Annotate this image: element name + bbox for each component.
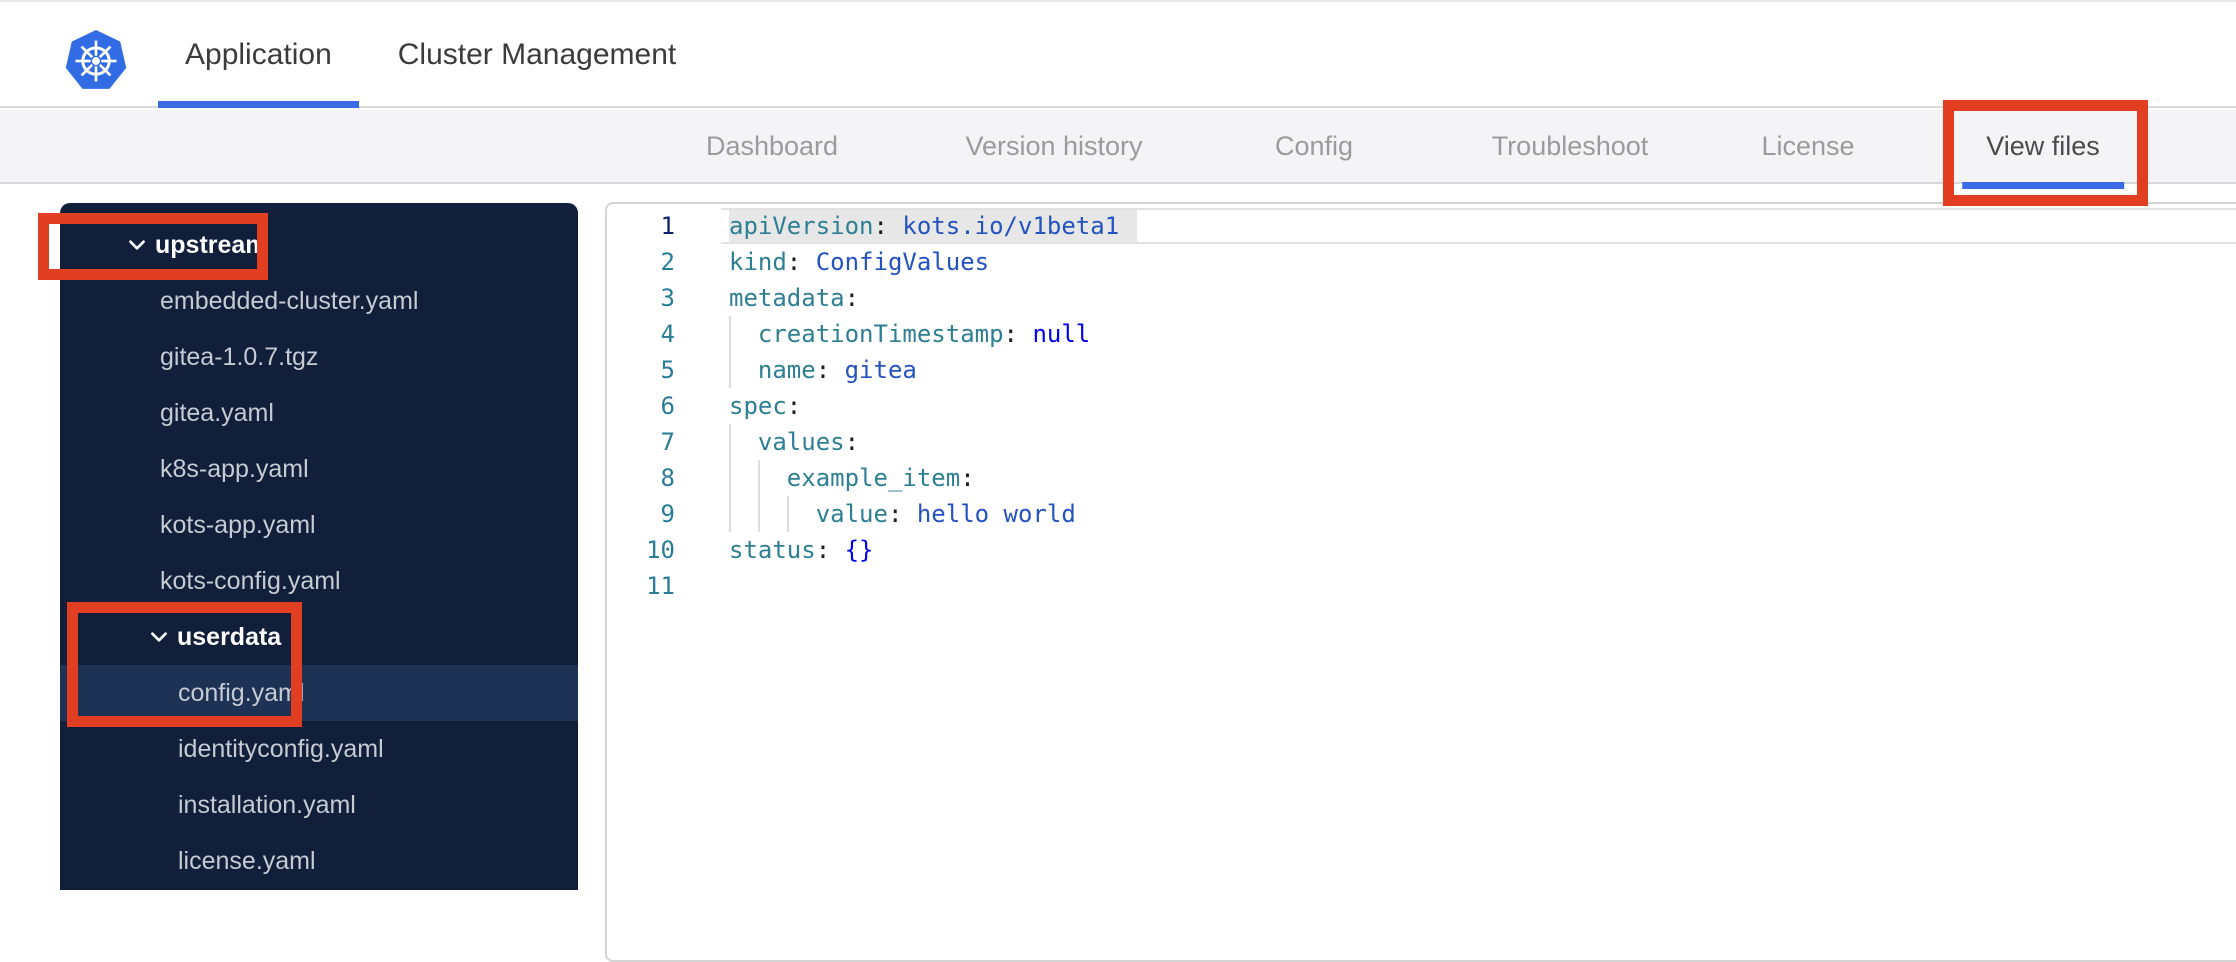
line-number: 9 xyxy=(660,500,675,528)
line-number: 11 xyxy=(646,572,675,600)
code-line-10: 10 status: {} xyxy=(607,532,2236,568)
tree-file-license-yaml[interactable]: license.yaml xyxy=(60,833,578,889)
line-number: 1 xyxy=(660,212,675,240)
annotation-box-upstream-folder xyxy=(38,213,268,280)
gutter-gap xyxy=(675,244,729,280)
editor-lines: 1 apiVersion: kots.io/v1beta1 2 kind: Confi… xyxy=(607,208,2236,604)
app-navbar: Dashboard Version history Config Troublesho… xyxy=(0,110,2236,189)
code-text: values: xyxy=(729,424,859,460)
code-text: value: hello world xyxy=(729,496,1076,532)
tab-label: Config xyxy=(1274,130,1354,161)
tree-file-identityconfig-yaml[interactable]: identityconfig.yaml xyxy=(60,721,578,777)
file-label: k8s-app.yaml xyxy=(160,454,309,483)
code-line-9: 9 value: hello world xyxy=(607,496,2236,532)
line-number: 5 xyxy=(660,356,675,384)
file-label: license.yaml xyxy=(178,846,316,875)
code-text: creationTimestamp: null xyxy=(729,316,1090,352)
line-number: 6 xyxy=(660,392,675,420)
indent-guide xyxy=(757,496,760,532)
code-line-5: 5 name: gitea xyxy=(607,352,2236,388)
indent-guide xyxy=(786,496,789,532)
code-editor[interactable]: 1 apiVersion: kots.io/v1beta1 2 kind: Confi… xyxy=(605,202,2236,962)
top-navbar: Application Cluster Management xyxy=(0,0,2236,108)
file-label: installation.yaml xyxy=(178,790,356,819)
tab-dashboard[interactable]: Dashboard xyxy=(706,110,838,182)
annotation-box-view-files-tab xyxy=(1943,100,2148,206)
code-line-8: 8 example_item: xyxy=(607,460,2236,496)
line-number: 2 xyxy=(660,248,675,276)
file-label: kots-config.yaml xyxy=(160,566,341,595)
tree-file-installation-yaml[interactable]: installation.yaml xyxy=(60,777,578,833)
kubernetes-logo-icon xyxy=(63,28,129,94)
tree-file-kots-app-yaml[interactable]: kots-app.yaml xyxy=(60,497,578,553)
code-line-7: 7 values: xyxy=(607,424,2236,460)
tree-file-gitea-yaml[interactable]: gitea.yaml xyxy=(60,385,578,441)
code-line-6: 6 spec: xyxy=(607,388,2236,424)
tab-config[interactable]: Config xyxy=(1275,110,1353,182)
file-label: gitea.yaml xyxy=(160,398,274,427)
indent-guide xyxy=(729,460,731,496)
top-tabs: Application Cluster Management xyxy=(158,2,703,108)
kots-admin-console: Application Cluster Management Dashboard V… xyxy=(0,0,2236,962)
gutter-gap xyxy=(675,316,729,352)
tab-license[interactable]: License xyxy=(1761,110,1854,182)
code-text: status: {} xyxy=(729,536,874,564)
active-tab-underline xyxy=(158,101,359,108)
gutter-gap xyxy=(675,532,729,568)
tab-label: Dashboard xyxy=(705,130,839,161)
code-text: spec: xyxy=(729,392,802,420)
code-text: example_item: xyxy=(729,460,975,496)
gutter-gap xyxy=(675,568,729,604)
gutter-gap xyxy=(675,388,729,424)
tab-version-history[interactable]: Version history xyxy=(965,110,1142,182)
tree-file-k8s-app-yaml[interactable]: k8s-app.yaml xyxy=(60,441,578,497)
tab-troubleshoot[interactable]: Troubleshoot xyxy=(1492,110,1649,182)
code-line-1: 1 apiVersion: kots.io/v1beta1 xyxy=(607,208,2236,244)
code-line-4: 4 creationTimestamp: null xyxy=(607,316,2236,352)
gutter-gap xyxy=(675,496,729,532)
code-text: name: gitea xyxy=(729,352,917,388)
tree-file-kots-config-yaml[interactable]: kots-config.yaml xyxy=(60,553,578,609)
code-line-3: 3 metadata: xyxy=(607,280,2236,316)
code-text: metadata: xyxy=(729,284,860,312)
file-label: embedded-cluster.yaml xyxy=(160,286,419,315)
indent-guide xyxy=(757,460,760,496)
code-text: kind: ConfigValues xyxy=(729,248,990,276)
tree-file-embedded-cluster-yaml[interactable]: embedded-cluster.yaml xyxy=(60,273,578,329)
code-line-11: 11 xyxy=(607,568,2236,604)
line-number: 4 xyxy=(660,320,675,348)
top-tab-cluster-management[interactable]: Cluster Management xyxy=(371,2,703,108)
file-label: kots-app.yaml xyxy=(160,510,316,539)
top-tab-application[interactable]: Application xyxy=(158,2,359,108)
gutter-gap xyxy=(675,280,729,316)
code-line-2: 2 kind: ConfigValues xyxy=(607,244,2236,280)
file-tree: upstream embedded-cluster.yaml gitea-1.0.7… xyxy=(60,203,578,890)
gutter-gap xyxy=(675,424,729,460)
gutter-gap xyxy=(675,460,729,496)
file-label: gitea-1.0.7.tgz xyxy=(160,342,319,371)
gutter-gap xyxy=(675,352,729,388)
tab-label: Version history xyxy=(965,130,1143,161)
tree-file-gitea-1-0-7-tgz[interactable]: gitea-1.0.7.tgz xyxy=(60,329,578,385)
indent-guide xyxy=(729,316,731,352)
annotation-box-userdata-config-yaml xyxy=(67,602,302,727)
file-label: identityconfig.yaml xyxy=(178,734,384,763)
top-tab-label: Cluster Management xyxy=(397,38,677,71)
line-number: 8 xyxy=(660,464,675,492)
top-tab-label: Application xyxy=(185,38,332,71)
code-text: apiVersion: kots.io/v1beta1 xyxy=(729,212,1120,240)
line-number: 3 xyxy=(660,284,675,312)
tab-label: Troubleshoot xyxy=(1491,130,1649,161)
line-number: 10 xyxy=(646,536,675,564)
indent-guide xyxy=(729,424,731,460)
indent-guide xyxy=(729,496,731,532)
tab-label: License xyxy=(1761,130,1855,161)
line-number: 7 xyxy=(660,428,675,456)
indent-guide xyxy=(729,352,731,388)
